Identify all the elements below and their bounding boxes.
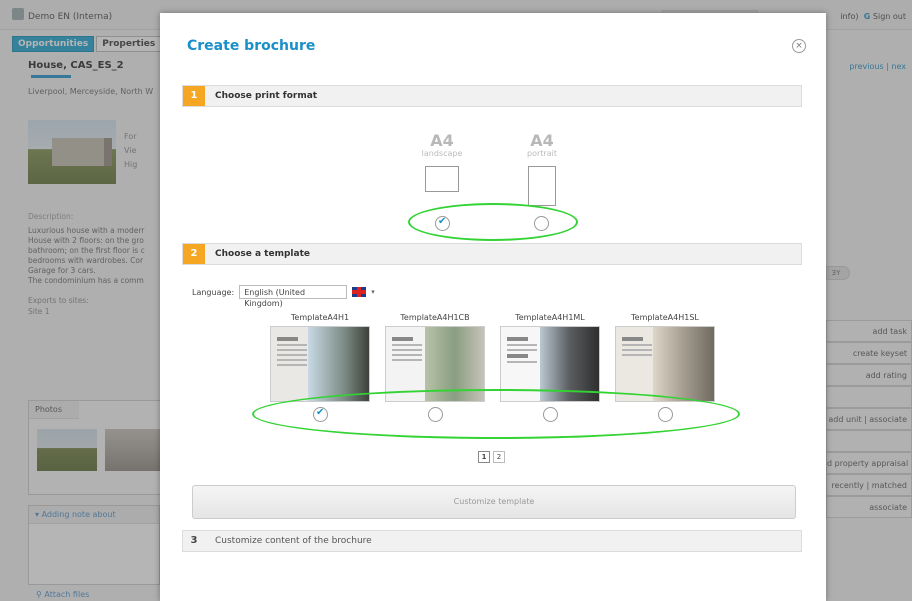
step-label: Choose print format (215, 91, 318, 101)
template-name: TemplateA4H1SL (631, 313, 699, 322)
template-thumbnail[interactable] (615, 326, 715, 402)
step-label: Customize content of the brochure (215, 536, 372, 546)
page-1-button[interactable]: 1 (478, 451, 490, 463)
template-card[interactable]: TemplateA4H1SL (615, 313, 715, 402)
template-thumbnail[interactable] (270, 326, 370, 402)
format-portrait[interactable]: A4 portrait (512, 133, 572, 206)
template-pagination: 1 2 (478, 451, 505, 463)
dialog-title: Create brochure (187, 38, 316, 54)
template-name: TemplateA4H1 (290, 313, 350, 322)
language-label: Language: (192, 287, 235, 297)
customize-template-button[interactable]: Customize template (192, 485, 796, 519)
create-brochure-dialog: Create brochure × 1 Choose print format … (160, 13, 826, 601)
format-orientation: portrait (527, 149, 557, 158)
step-number: 2 (183, 244, 205, 264)
highlight-ellipse-templates (252, 389, 740, 439)
format-landscape[interactable]: A4 landscape (412, 133, 472, 192)
page-2-button[interactable]: 2 (493, 451, 505, 463)
language-select[interactable]: English (United Kingdom) (239, 285, 348, 308)
chevron-down-icon[interactable]: ▾ (371, 288, 375, 296)
step-choose-template: 2 Choose a template (182, 243, 802, 265)
step-customize-content: 3 Customize content of the brochure (182, 530, 802, 552)
portrait-page-icon (528, 166, 556, 206)
highlight-ellipse-format (408, 203, 578, 241)
template-card[interactable]: TemplateA4H1 (270, 313, 370, 402)
uk-flag-icon (352, 287, 367, 297)
language-row: Language: English (United Kingdom) ▾ (192, 285, 375, 308)
step-print-format: 1 Choose print format (182, 85, 802, 107)
step-number: 1 (183, 86, 205, 106)
step-number: 3 (190, 535, 198, 546)
close-icon[interactable]: × (792, 39, 806, 53)
format-size: A4 (530, 131, 554, 150)
template-name: TemplateA4H1CB (400, 313, 470, 322)
landscape-page-icon (425, 166, 459, 192)
format-orientation: landscape (421, 149, 463, 158)
format-size: A4 (430, 131, 454, 150)
template-name: TemplateA4H1ML (515, 313, 585, 322)
step-label: Choose a template (215, 249, 310, 259)
